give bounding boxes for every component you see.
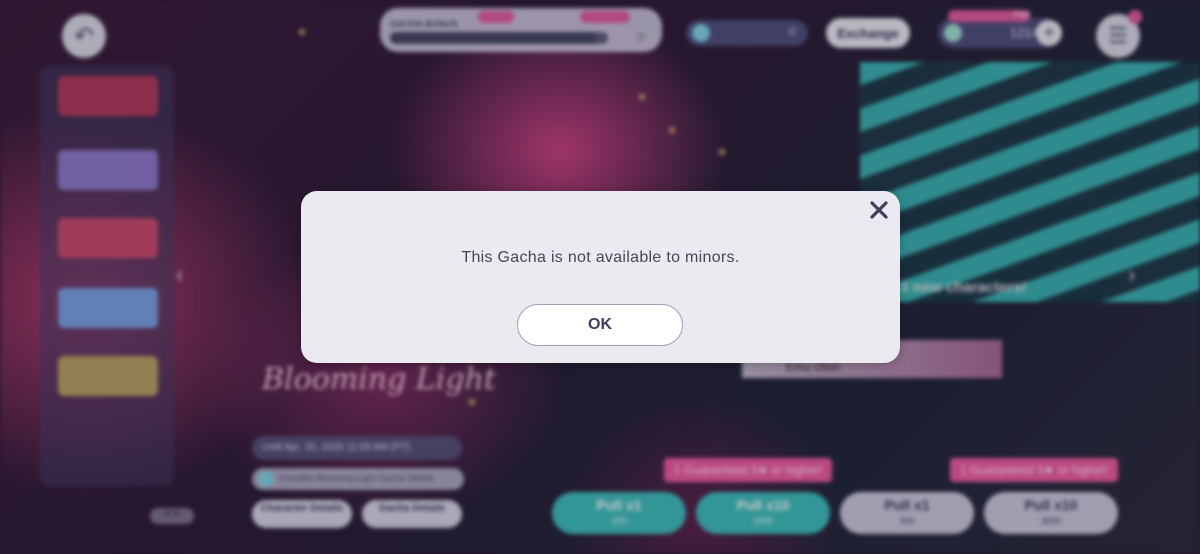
close-icon <box>870 201 888 219</box>
ok-label: OK <box>588 316 612 333</box>
minor-restriction-dialog: This Gacha is not available to minors. O… <box>301 191 900 363</box>
close-button[interactable] <box>866 197 892 223</box>
dialog-message: This Gacha is not available to minors. <box>461 249 740 266</box>
ok-button[interactable]: OK <box>517 304 683 346</box>
